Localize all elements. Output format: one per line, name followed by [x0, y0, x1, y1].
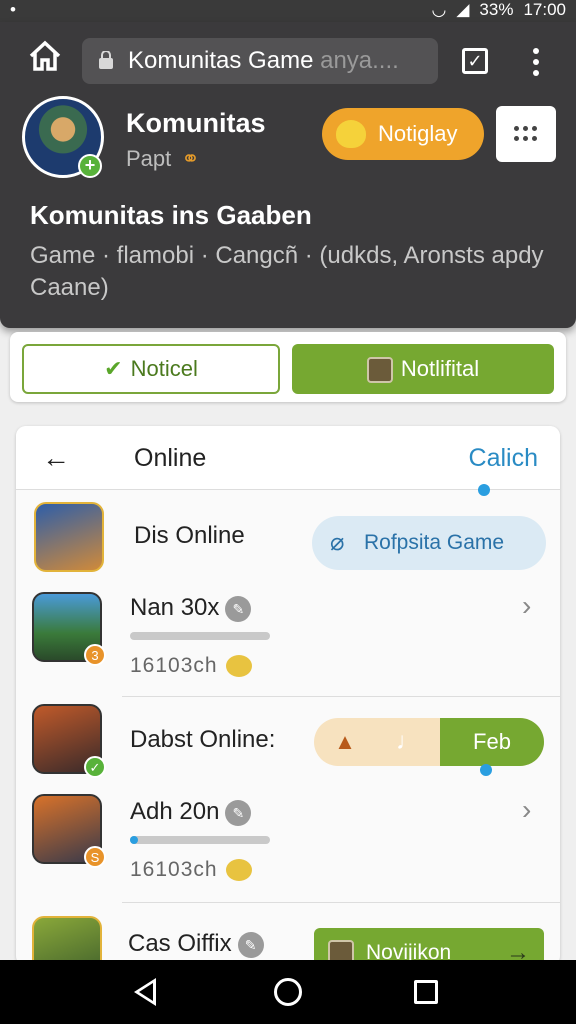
browser-toolbar: Komunitas Game anya.... ✓: [0, 30, 576, 84]
game-thumbnail[interactable]: [32, 916, 102, 966]
level-badge: S: [84, 846, 106, 868]
row-title: Dabst Online:: [130, 726, 276, 753]
chevron-right-icon[interactable]: ›: [522, 794, 531, 826]
edit-icon[interactable]: ✎: [225, 595, 252, 622]
row-title: Dis Online: [134, 522, 245, 549]
community-subtitle: Papt ⚭: [126, 146, 200, 171]
check-icon: ✔: [104, 356, 123, 381]
list-title: Online: [134, 444, 207, 472]
checkbox-icon[interactable]: ✓: [462, 48, 488, 74]
divider: [122, 902, 560, 903]
home-icon[interactable]: [28, 40, 62, 72]
segment-feb[interactable]: Feb: [440, 718, 544, 766]
group-title: Komunitas ins Gaaben: [30, 200, 312, 230]
chick-icon: [225, 859, 252, 882]
progress-bar: [130, 632, 270, 640]
community-name: Komunitas: [126, 108, 266, 138]
divider: [122, 696, 560, 697]
group-description: Game · flamobi · Cangcñ · (udkds, Aronst…: [30, 242, 544, 301]
list-header: ← Online Calich: [16, 426, 560, 490]
apps-grid-button[interactable]: [496, 106, 556, 162]
game-thumbnail[interactable]: 3: [32, 592, 106, 666]
row-title: Nan 30x ✎: [130, 594, 252, 622]
online-list-card: ← Online Calich Dis Online ⌀ Rofpsita Ga…: [16, 426, 560, 966]
arrow-up-icon[interactable]: ▲: [314, 718, 376, 766]
tune-icon[interactable]: ♩: [376, 718, 440, 766]
list-header-action[interactable]: Calich: [469, 444, 538, 473]
edit-icon[interactable]: ✎: [237, 931, 264, 958]
url-text: Komunitas Game: [128, 47, 314, 74]
signal-icon: ◢: [456, 0, 470, 19]
online-badge-icon: ✓: [84, 756, 106, 778]
notification-icon: •: [10, 0, 16, 19]
nav-home-icon[interactable]: [274, 978, 302, 1006]
game-thumbnail[interactable]: S: [32, 794, 106, 868]
overflow-menu-icon[interactable]: [526, 46, 546, 78]
row-meta: 16103ch: [130, 858, 252, 882]
segmented-control[interactable]: ▲ ♩ Feb: [314, 718, 544, 766]
progress-bar: [130, 836, 270, 844]
action-card: ✔ Noticel Notlifital: [10, 332, 566, 402]
game-thumbnail[interactable]: ✓: [32, 704, 106, 778]
back-arrow-icon[interactable]: ←: [42, 442, 70, 474]
nav-recents-icon[interactable]: [414, 980, 438, 1004]
castle-icon: [366, 357, 393, 384]
paperclip-icon: ⌀: [330, 529, 345, 556]
url-text-fade: anya....: [313, 47, 399, 74]
row-title: Cas Oiffix ✎: [128, 930, 264, 958]
community-header: Komunitas Game anya.... ✓ + Komunitas Pa…: [0, 22, 576, 328]
chevron-right-icon[interactable]: ›: [522, 590, 531, 622]
notice-button[interactable]: ✔ Noticel: [22, 344, 280, 394]
nav-back-icon[interactable]: [134, 978, 156, 1006]
edit-icon[interactable]: ✎: [225, 799, 252, 826]
wifi-icon: ◡: [431, 0, 447, 19]
row-meta: 16103ch: [130, 654, 252, 678]
lock-icon: [99, 51, 113, 69]
notification-button[interactable]: Notlifital: [292, 344, 554, 394]
link-icon: ⚭: [181, 146, 200, 171]
game-thumbnail[interactable]: [34, 502, 104, 572]
indicator-dot: [478, 484, 490, 496]
status-bar: • ◡ ◢ 33% 17:00: [0, 0, 576, 22]
game-link-pill[interactable]: ⌀ Rofpsita Game: [312, 516, 546, 570]
battery-level: 33%: [479, 0, 514, 19]
level-badge: 3: [84, 644, 106, 666]
row-title: Adh 20n ✎: [130, 798, 252, 826]
pikachu-icon: [336, 120, 366, 148]
chick-icon: [225, 655, 252, 678]
play-button[interactable]: Notiglay: [322, 108, 484, 160]
add-badge-icon[interactable]: +: [78, 154, 102, 178]
indicator-dot: [480, 764, 492, 776]
clock: 17:00: [523, 0, 566, 19]
system-nav-bar: [0, 960, 576, 1024]
url-bar[interactable]: Komunitas Game anya....: [82, 38, 438, 84]
